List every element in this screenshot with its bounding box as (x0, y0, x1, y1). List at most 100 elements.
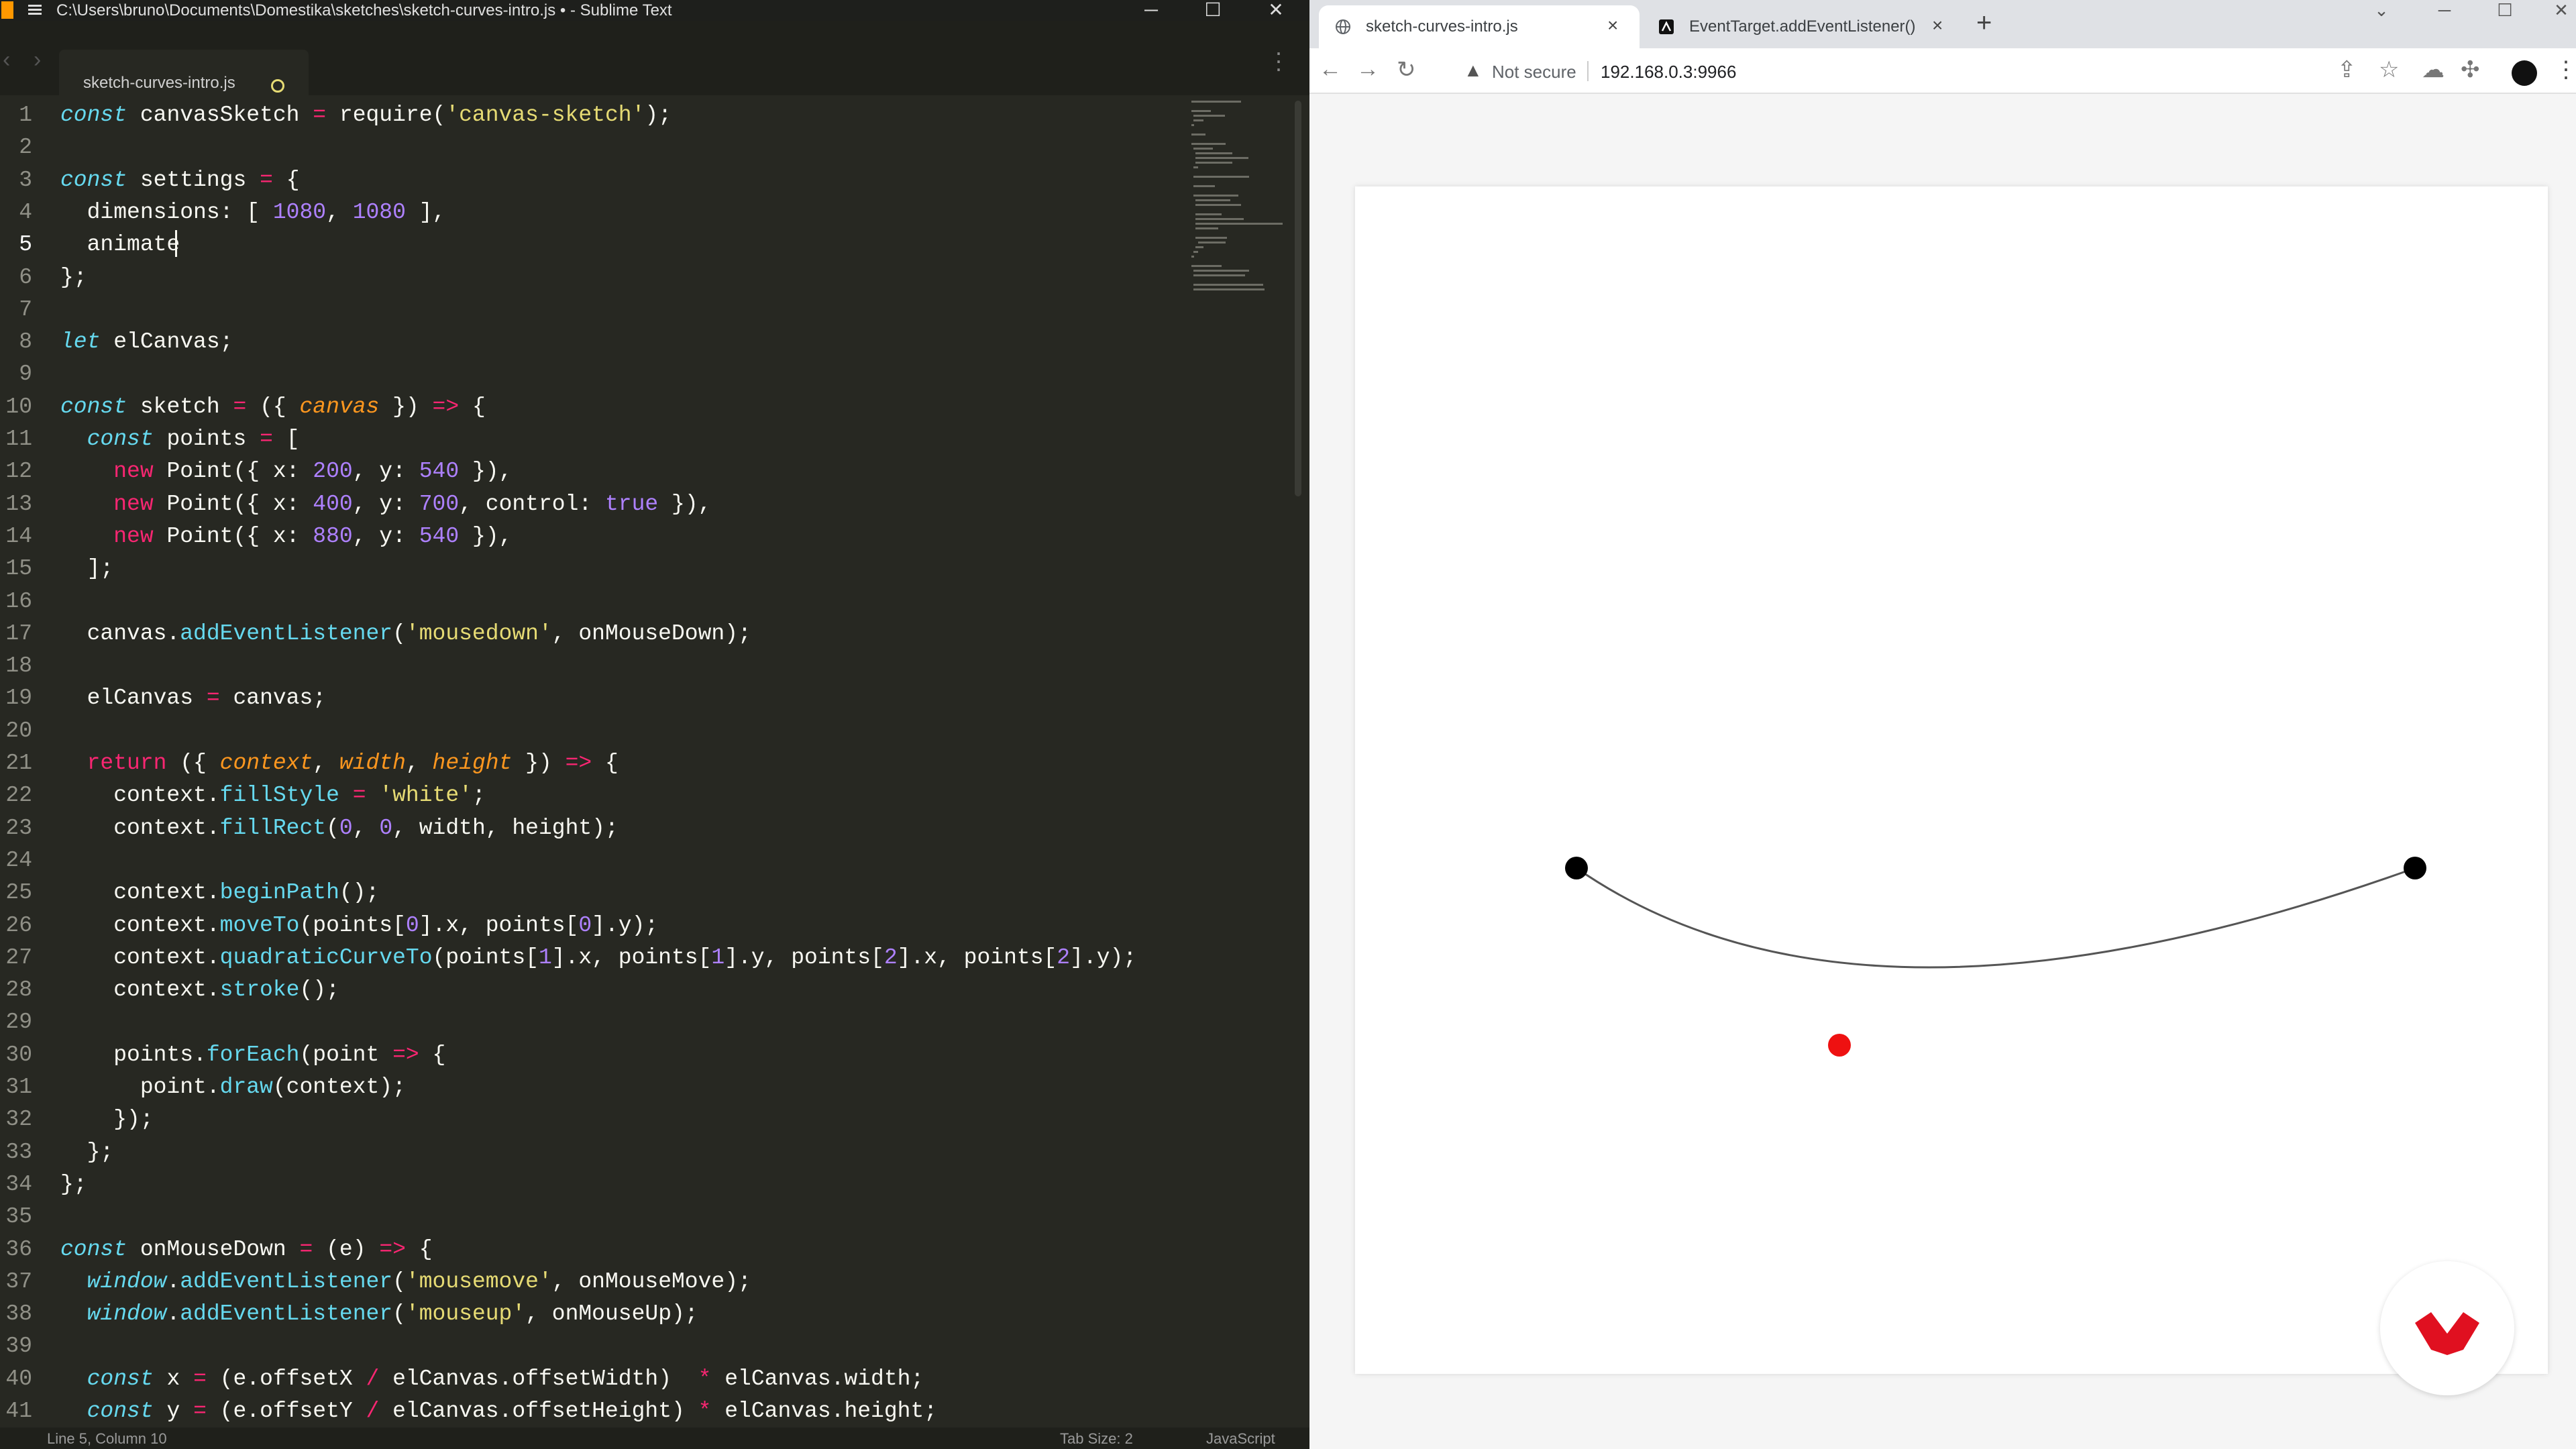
line-number: 28 (5, 977, 32, 1003)
line-number: 18 (5, 653, 32, 679)
minimap-line (1195, 162, 1232, 164)
share-icon[interactable]: ⇪ (2337, 56, 2357, 83)
close-icon[interactable]: ✕ (2540, 0, 2576, 21)
minimap-line (1193, 288, 1265, 290)
domestika-logo-button[interactable] (2380, 1261, 2514, 1395)
code-text: context.fillStyle = 'white'; (60, 783, 486, 808)
line-number: 41 (5, 1399, 32, 1424)
bookmark-star-icon[interactable]: ☆ (2379, 56, 2399, 83)
code-text: }; (60, 1139, 114, 1165)
address-bar[interactable]: ▲ Not secure 192.168.0.3:9966 (1449, 54, 2422, 88)
code-text: new Point({ x: 400, y: 700, control: tru… (113, 491, 712, 517)
code-text: const y = (e.offsetY / elCanvas.offsetHe… (87, 1399, 938, 1424)
code-text: window.addEventListener('mouseup', onMou… (87, 1301, 698, 1327)
code-text: context.fillRect(0, 0, width, height); (60, 815, 619, 841)
vertical-scrollbar[interactable] (1295, 101, 1301, 496)
sublime-logo-icon (1, 1, 13, 19)
line-number: 25 (5, 880, 32, 906)
url-text[interactable]: 192.168.0.3:9966 (1601, 62, 1736, 83)
forward-icon[interactable]: → (1356, 56, 1379, 83)
line-number: 7 (19, 297, 32, 322)
minimap-line (1191, 124, 1194, 126)
anchor-point-end[interactable] (2404, 857, 2426, 879)
minimap-line (1193, 166, 1198, 168)
code-text: context.stroke(); (60, 977, 339, 1003)
line-number: 37 (5, 1269, 32, 1294)
anchor-point-start[interactable] (1565, 857, 1588, 879)
line-number: 23 (5, 815, 32, 841)
new-tab-icon[interactable]: + (1976, 8, 1992, 38)
minimap-line (1193, 115, 1225, 117)
minimap[interactable] (1191, 101, 1292, 349)
close-icon[interactable]: ✕ (1256, 0, 1296, 21)
maximize-icon[interactable]: ☐ (1193, 0, 1233, 21)
text-cursor (175, 230, 177, 257)
tab-next-icon[interactable]: › (34, 47, 41, 73)
security-status[interactable]: Not secure (1492, 62, 1576, 83)
code-text: points.forEach(point => { (60, 1042, 446, 1067)
kebab-menu-icon[interactable]: · · · (1275, 40, 1283, 80)
line-number: 2 (19, 135, 32, 160)
minimap-line (1191, 110, 1211, 112)
tab-prev-icon[interactable]: ‹ (3, 47, 10, 73)
line-number: 27 (5, 945, 32, 970)
sketch-canvas[interactable] (1355, 186, 2548, 1374)
minimap-line (1191, 133, 1205, 136)
line-number: 17 (5, 621, 32, 646)
extensions-puzzle-icon[interactable]: ✣ (2461, 56, 2480, 83)
domestika-logo-icon (2415, 1312, 2479, 1355)
line-number: 26 (5, 912, 32, 938)
reload-icon[interactable]: ↻ (1397, 56, 1416, 83)
minimize-icon[interactable]: ─ (2423, 0, 2466, 21)
code-text: window.addEventListener('mousemove', onM… (87, 1269, 751, 1294)
line-number: 13 (5, 491, 32, 517)
line-number: 10 (5, 394, 32, 419)
minimap-line (1191, 265, 1222, 267)
line-number: 30 (5, 1042, 32, 1067)
code-text: elCanvas = canvas; (60, 686, 327, 711)
control-point[interactable] (1828, 1034, 1851, 1057)
editor-tab-label: sketch-curves-intro.js (83, 74, 235, 92)
line-number: 32 (5, 1107, 32, 1132)
browser-window: sketch-curves-intro.js × EventTarget.add… (1309, 0, 2576, 1449)
minimap-line (1193, 251, 1198, 253)
line-number: 12 (5, 459, 32, 484)
tab-search-chevron-icon[interactable]: ⌄ (2360, 0, 2403, 21)
minimap-line (1193, 270, 1250, 272)
minimap-line (1195, 246, 1203, 248)
code-text: new Point({ x: 200, y: 540 }), (113, 459, 513, 484)
status-syntax[interactable]: JavaScript (1206, 1430, 1275, 1448)
window-title: C:\Users\bruno\Documents\Domestika\sketc… (56, 1, 672, 19)
line-number: 29 (5, 1010, 32, 1035)
hamburger-menu-icon[interactable] (27, 1, 44, 19)
line-number: 22 (5, 783, 32, 808)
browser-tab-sketch[interactable]: sketch-curves-intro.js × (1319, 5, 1640, 48)
line-number: 8 (19, 329, 32, 355)
back-icon[interactable]: ← (1319, 56, 1342, 83)
kebab-menu-icon[interactable]: ⋮ (2555, 56, 2576, 83)
minimap-line (1193, 148, 1213, 150)
line-number: 16 (5, 588, 32, 614)
maximize-icon[interactable]: ☐ (2483, 0, 2526, 21)
profile-avatar[interactable] (2512, 60, 2537, 86)
tab-close-icon[interactable]: × (1607, 15, 1618, 36)
browser-tab-mdn[interactable]: EventTarget.addEventListener() - × (1642, 5, 1964, 48)
code-area[interactable]: 1 const canvasSketch = require('canvas-sk… (0, 99, 1181, 1424)
line-number: 36 (5, 1236, 32, 1262)
code-text: return ({ context, width, height }) => { (87, 751, 619, 775)
unsaved-dot-icon[interactable] (271, 79, 284, 93)
code-text: context.beginPath(); (60, 880, 380, 906)
minimize-icon[interactable]: ─ (1131, 0, 1171, 21)
extension-cloud-icon[interactable]: ☁ (2422, 56, 2445, 83)
sketch-drawing (1565, 857, 2426, 1057)
minimap-line (1195, 237, 1227, 239)
line-number: 4 (19, 199, 32, 225)
tab-close-icon[interactable]: × (1932, 15, 1943, 36)
line-number: 39 (5, 1334, 32, 1359)
code-text: const canvasSketch = require('canvas-ske… (60, 103, 672, 127)
line-number: 34 (5, 1171, 32, 1197)
warning-icon[interactable]: ▲ (1464, 60, 1483, 81)
code-text: ]; (60, 556, 114, 582)
mdn-favicon-icon (1659, 19, 1674, 34)
status-tab-size[interactable]: Tab Size: 2 (1060, 1430, 1133, 1448)
